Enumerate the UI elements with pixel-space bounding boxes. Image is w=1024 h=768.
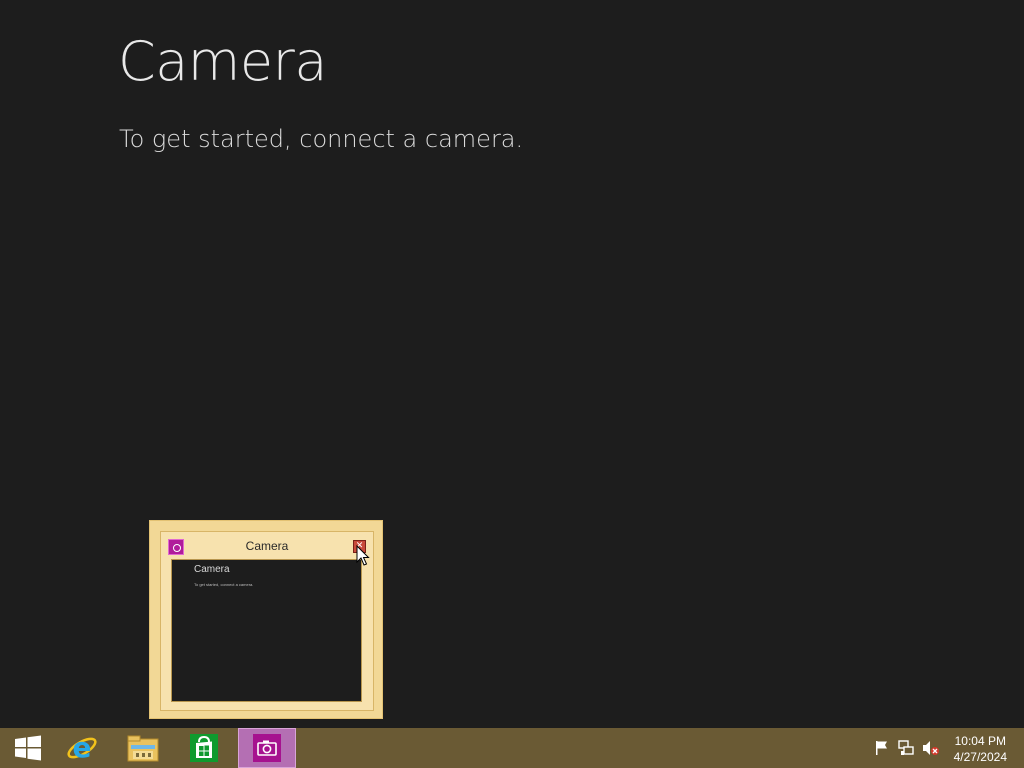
internet-explorer-icon: e [67,732,97,764]
svg-text:e: e [73,732,92,764]
start-button[interactable] [0,728,56,768]
thumbnail-title: Camera [245,539,289,553]
system-clock[interactable]: 10:04 PM 4/27/2024 [954,733,1007,765]
taskbar-file-explorer[interactable] [115,728,171,768]
camera-icon [253,734,281,762]
taskbar-store[interactable] [176,728,232,768]
windows-logo-icon [15,735,41,761]
clock-time: 10:04 PM [954,734,1006,748]
taskbar-camera[interactable] [238,728,296,768]
thumbnail-screen[interactable]: Camera To get started, connect a camera. [171,559,362,702]
app-message: To get started, connect a camera. [119,125,524,153]
network-icon[interactable] [897,739,915,757]
taskbar-internet-explorer[interactable]: e [54,728,110,768]
taskbar: e 10:04 PM 4/27/2024 [0,728,1024,768]
thumbnail-frame: Camera ✕ Camera To get started, connect … [160,531,374,711]
preview-title: Camera [194,564,230,575]
app-title: Camera [118,30,327,93]
system-tray [873,728,941,768]
mouse-cursor-icon [356,545,370,566]
folder-icon [127,735,159,762]
clock-date: 4/27/2024 [953,750,1007,764]
taskbar-thumbnail-preview[interactable]: Camera ✕ Camera To get started, connect … [149,520,383,719]
store-icon [190,734,218,762]
preview-message: To get started, connect a camera. [194,582,254,587]
speaker-muted-icon[interactable] [921,739,941,757]
flag-icon[interactable] [873,739,891,757]
